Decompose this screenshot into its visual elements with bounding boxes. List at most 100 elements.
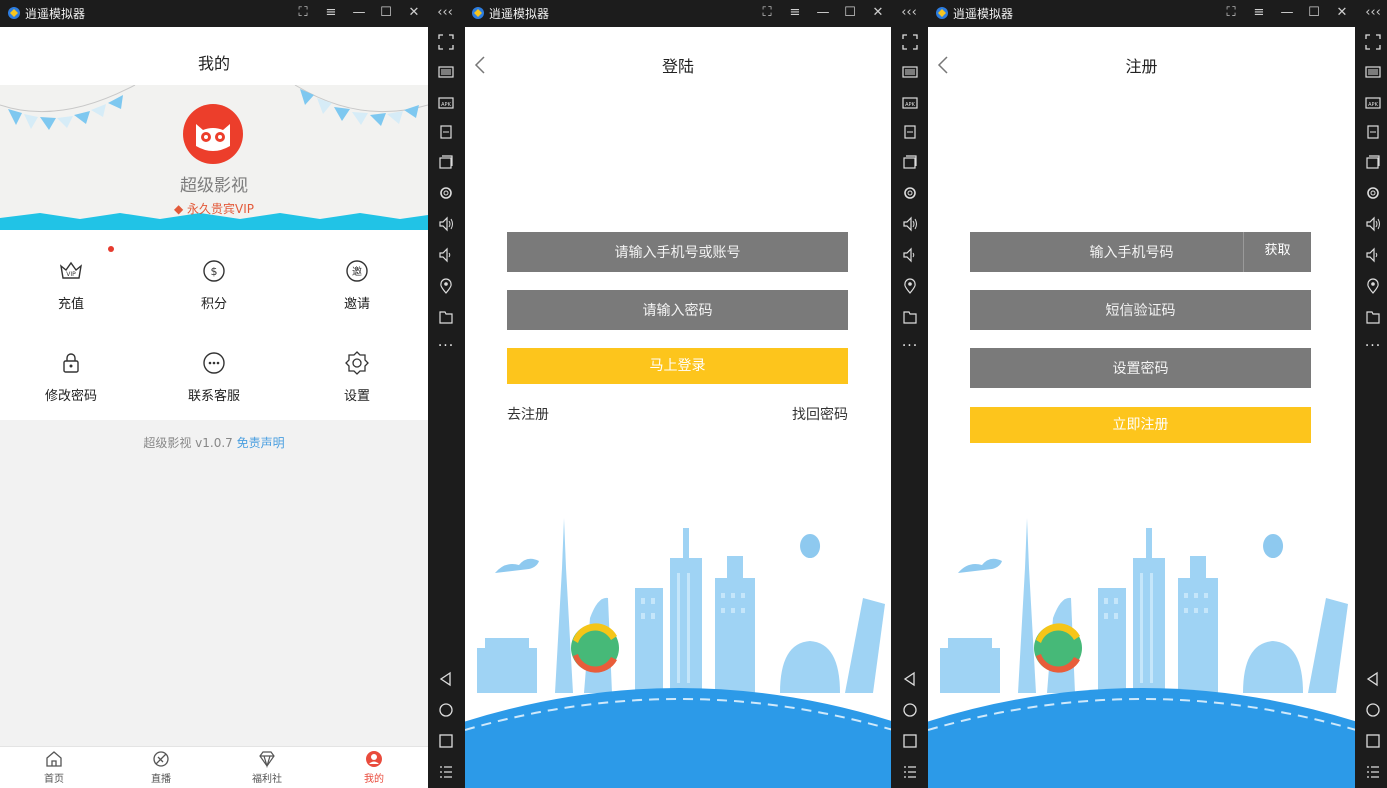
sms-code-input[interactable] [970, 290, 1311, 330]
location-icon[interactable] [1361, 275, 1385, 297]
window-titlebar: 逍遥模拟器 ⛶ ≡ — ☐ ✕ ‹‹‹ [0, 0, 464, 27]
new-password-input[interactable] [970, 348, 1311, 388]
volume-down-icon[interactable] [1361, 244, 1385, 266]
nav-back-icon[interactable] [1361, 668, 1385, 690]
grid-item-points[interactable]: $ 积分 [143, 258, 285, 312]
sidebar-collapse-icon[interactable]: ‹‹‹ [436, 4, 454, 22]
register-link[interactable]: 去注册 [507, 404, 549, 424]
nav-home-icon[interactable] [1361, 699, 1385, 721]
minimize-icon[interactable]: — [350, 4, 368, 22]
apk-install-icon[interactable]: APK [434, 91, 458, 113]
volume-up-icon[interactable] [434, 213, 458, 235]
avatar-cat-icon [183, 104, 243, 164]
minimize-icon[interactable]: — [814, 4, 832, 22]
keyboard-icon[interactable] [434, 61, 458, 83]
volume-up-icon[interactable] [898, 213, 922, 235]
window-titlebar: 逍遥模拟器 ⛶ ≡ — ☐ ✕ ‹‹‹ [928, 0, 1387, 27]
multi-window-icon[interactable] [434, 151, 458, 173]
tab-live[interactable]: 直播 [131, 750, 191, 785]
volume-down-icon[interactable] [434, 244, 458, 266]
sync-icon[interactable] [434, 121, 458, 143]
emulator-sidebar: APK ··· [428, 27, 464, 788]
close-icon[interactable]: ✕ [1333, 4, 1351, 22]
grid-item-invite[interactable]: 邀 邀请 [286, 258, 428, 312]
page-title: 登陆 [661, 57, 694, 76]
svg-text:APK: APK [905, 102, 915, 108]
disclaimer-link[interactable]: 免责声明 [237, 436, 285, 450]
register-button[interactable]: 立即注册 [970, 407, 1311, 443]
nav-home-icon[interactable] [898, 699, 922, 721]
emulator-window-profile: 逍遥模拟器 ⛶ ≡ — ☐ ✕ ‹‹‹ 我的 超级影视 ◆ 永久贵宾VIP VI… [0, 0, 464, 788]
nav-recent-icon[interactable] [898, 730, 922, 752]
nav-menu-icon[interactable] [898, 761, 922, 783]
tab-welfare[interactable]: 福利社 [237, 750, 297, 785]
grid-item-settings[interactable]: 设置 [286, 350, 428, 404]
fullscreen-icon[interactable] [898, 31, 922, 53]
phone-input[interactable] [970, 232, 1243, 272]
keyboard-icon[interactable] [898, 61, 922, 83]
screenshot-icon[interactable]: ⛶ [294, 4, 312, 22]
login-button[interactable]: 马上登录 [507, 348, 848, 384]
menu-icon[interactable]: ≡ [786, 4, 804, 22]
apk-install-icon[interactable]: APK [1361, 91, 1385, 113]
volume-up-icon[interactable] [1361, 213, 1385, 235]
maximize-icon[interactable]: ☐ [1305, 4, 1323, 22]
sidebar-collapse-icon[interactable]: ‹‹‹ [900, 4, 918, 22]
nav-menu-icon[interactable] [434, 761, 458, 783]
tab-mine[interactable]: 我的 [344, 750, 404, 785]
page-title: 注册 [1125, 57, 1158, 76]
volume-down-icon[interactable] [898, 244, 922, 266]
folder-icon[interactable] [898, 306, 922, 328]
screenshot-icon[interactable]: ⛶ [758, 4, 776, 22]
grid-item-recharge[interactable]: VIP 充值 [0, 258, 142, 312]
maximize-icon[interactable]: ☐ [841, 4, 859, 22]
fullscreen-icon[interactable] [434, 31, 458, 53]
close-icon[interactable]: ✕ [405, 4, 423, 22]
fullscreen-icon[interactable] [1361, 31, 1385, 53]
minimize-icon[interactable]: — [1278, 4, 1296, 22]
screenshot-icon[interactable]: ⛶ [1222, 4, 1240, 22]
settings-icon[interactable] [1361, 182, 1385, 204]
more-icon[interactable]: ··· [898, 335, 922, 357]
page-title: 我的 [0, 27, 428, 85]
settings-icon[interactable] [434, 182, 458, 204]
tab-label: 直播 [151, 774, 171, 785]
keyboard-icon[interactable] [1361, 61, 1385, 83]
username: 超级影视 [180, 176, 248, 196]
menu-icon[interactable]: ≡ [322, 4, 340, 22]
sync-icon[interactable] [898, 121, 922, 143]
settings-icon[interactable] [898, 182, 922, 204]
window-app-name: 逍遥模拟器 [489, 7, 550, 21]
diamond-icon: ◆ [173, 202, 188, 216]
more-icon[interactable]: ··· [434, 335, 458, 357]
nav-back-icon[interactable] [434, 668, 458, 690]
folder-icon[interactable] [1361, 306, 1385, 328]
nav-back-icon[interactable] [898, 668, 922, 690]
grid-item-support[interactable]: 联系客服 [143, 350, 285, 404]
maximize-icon[interactable]: ☐ [377, 4, 395, 22]
window-titlebar: 逍遥模拟器 ⛶ ≡ — ☐ ✕ ‹‹‹ [464, 0, 928, 27]
forgot-password-link[interactable]: 找回密码 [792, 404, 848, 424]
nav-recent-icon[interactable] [1361, 730, 1385, 752]
password-input[interactable] [507, 290, 848, 330]
more-icon[interactable]: ··· [1361, 335, 1385, 357]
nav-menu-icon[interactable] [1361, 761, 1385, 783]
multi-window-icon[interactable] [1361, 151, 1385, 173]
location-icon[interactable] [434, 275, 458, 297]
coin-icon: $ [203, 260, 225, 282]
apk-install-icon[interactable]: APK [898, 91, 922, 113]
nav-home-icon[interactable] [434, 699, 458, 721]
grid-item-change-password[interactable]: 修改密码 [0, 350, 142, 404]
close-icon[interactable]: ✕ [869, 4, 887, 22]
tab-home[interactable]: 首页 [24, 750, 84, 785]
menu-icon[interactable]: ≡ [1250, 4, 1268, 22]
account-input[interactable] [507, 232, 848, 272]
location-icon[interactable] [898, 275, 922, 297]
sync-icon[interactable] [1361, 121, 1385, 143]
nav-recent-icon[interactable] [434, 730, 458, 752]
get-code-button[interactable]: 获取 [1243, 232, 1311, 272]
sidebar-collapse-icon[interactable]: ‹‹‹ [1364, 4, 1382, 22]
svg-text:邀: 邀 [352, 265, 362, 278]
multi-window-icon[interactable] [898, 151, 922, 173]
folder-icon[interactable] [434, 306, 458, 328]
